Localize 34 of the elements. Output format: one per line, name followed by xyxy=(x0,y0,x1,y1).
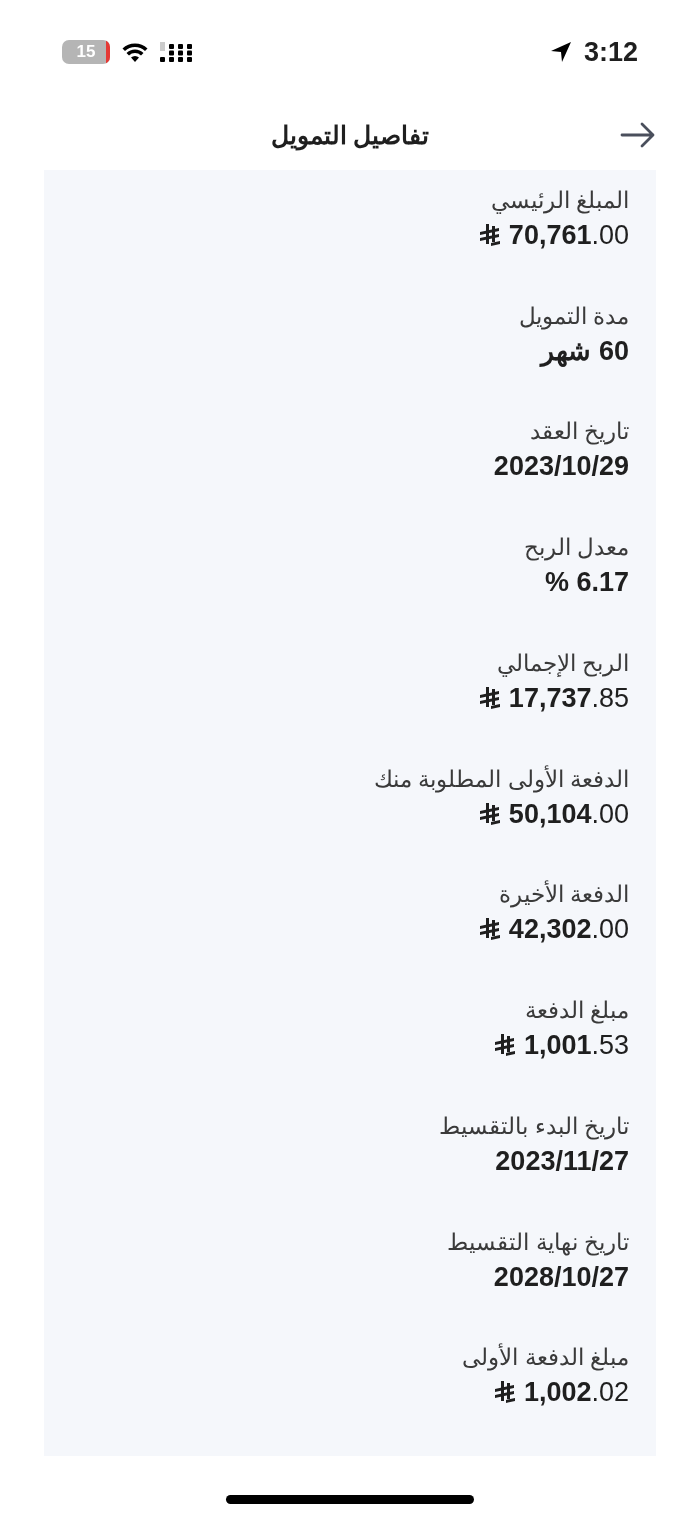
detail-value: 42,302.00 xyxy=(508,913,629,947)
detail-label: الربح الإجمالي xyxy=(496,648,629,679)
detail-value: 60 شهر xyxy=(541,334,629,369)
detail-label: المبلغ الرئيسي xyxy=(490,186,629,216)
detail-value: 1,002.02 xyxy=(523,1376,629,1410)
page-title: تفاصيل التمويل xyxy=(270,120,430,153)
detail-label: الدفعة الأخيرة xyxy=(498,879,629,910)
back-arrow-icon[interactable] xyxy=(620,122,656,148)
detail-label: مدة التمويل xyxy=(518,301,629,332)
detail-value: 50,104.00 xyxy=(508,797,629,831)
detail-value: 2023/10/29 xyxy=(493,450,629,484)
detail-label: تاريخ العقد xyxy=(529,417,629,447)
wifi-icon xyxy=(122,42,148,62)
detail-value: 6.17 % xyxy=(544,566,629,600)
currency-icon xyxy=(478,917,501,942)
currency-icon xyxy=(478,223,501,247)
detail-value: 17,737.85 xyxy=(508,681,629,715)
detail-value: 2023/11/27 xyxy=(495,1144,629,1178)
detail-label: الدفعة الأولى المطلوبة منك xyxy=(373,764,629,795)
currency-icon xyxy=(493,1380,516,1405)
currency-icon xyxy=(493,1033,516,1058)
detail-label: مبلغ الدفعة xyxy=(524,996,629,1026)
currency-icon xyxy=(478,685,501,710)
currency-icon xyxy=(478,801,501,826)
location-arrow-icon xyxy=(549,41,572,63)
status-time: 3:12 xyxy=(583,35,638,69)
detail-value: 2028/10/27 xyxy=(493,1260,629,1294)
detail-value: 1,001.53 xyxy=(523,1029,629,1063)
detail-label: معدل الربح xyxy=(523,533,629,563)
detail-value: 70,761.00 xyxy=(508,219,629,252)
detail-label: مبلغ الدفعة الأولى xyxy=(462,1342,629,1373)
battery-percent: 15 xyxy=(76,41,96,64)
detail-label: تاريخ نهاية التقسيط xyxy=(447,1227,629,1258)
detail-label: تاريخ البدء بالتقسيط xyxy=(439,1111,629,1142)
